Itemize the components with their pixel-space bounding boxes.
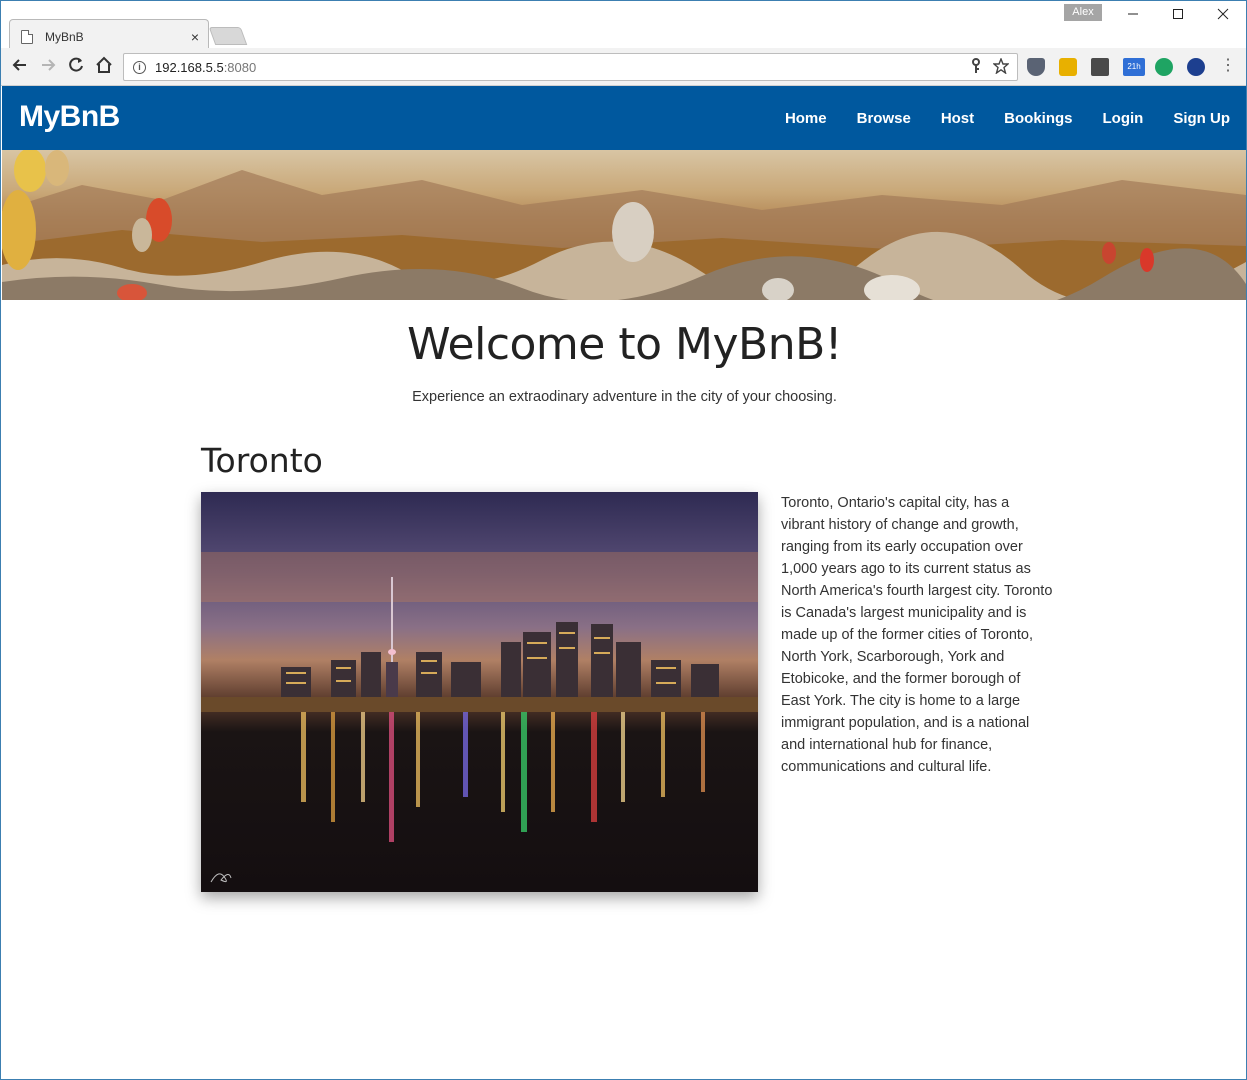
close-window-button[interactable] <box>1203 5 1243 25</box>
url-port: :8080 <box>223 59 257 75</box>
maximize-button[interactable] <box>1158 5 1198 25</box>
browser-window: MyBnB × Alex i 192.168.5.5:8080 21h ⋮ M… <box>0 0 1247 1080</box>
nav-signup[interactable]: Sign Up <box>1173 110 1230 127</box>
eyedropper-icon[interactable] <box>1091 58 1109 76</box>
profile-badge[interactable]: Alex <box>1064 4 1102 21</box>
minimize-icon <box>1128 13 1138 15</box>
page-icon <box>21 30 33 44</box>
info-icon[interactable]: i <box>133 60 146 74</box>
city-description: Toronto, Ontario's capital city, has a v… <box>781 495 1053 775</box>
nav-bookings[interactable]: Bookings <box>1004 110 1072 127</box>
close-icon <box>1217 8 1229 20</box>
url-host: 192.168.5.5 <box>155 59 224 75</box>
reload-icon <box>69 57 83 72</box>
omnibox-actions <box>969 58 1009 74</box>
page-tagline: Experience an extraodinary adventure in … <box>412 389 837 405</box>
site-navbar: MyBnB Home Browse Host Bookings Login Si… <box>2 86 1246 150</box>
back-arrow-icon <box>12 59 26 71</box>
reload-button[interactable] <box>65 56 87 78</box>
key-icon[interactable] <box>969 58 983 74</box>
shield-extension-icon[interactable] <box>1187 58 1205 76</box>
menu-icon[interactable]: ⋮ <box>1220 57 1236 75</box>
close-tab-icon[interactable]: × <box>191 29 199 45</box>
star-icon[interactable] <box>993 58 1009 74</box>
tab-title: MyBnB <box>45 30 84 44</box>
site-brand[interactable]: MyBnB <box>19 100 120 134</box>
city-title: Toronto <box>201 441 323 480</box>
page-title: Welcome to MyBnB! <box>407 319 842 370</box>
lock-extension-icon[interactable] <box>1059 58 1077 76</box>
download-extension-icon[interactable] <box>1155 58 1173 76</box>
hero-banner-image <box>2 150 1246 300</box>
tab-strip: MyBnB × Alex <box>1 1 1246 49</box>
minimize-button[interactable] <box>1113 5 1153 25</box>
forward-button[interactable] <box>37 56 59 78</box>
home-icon <box>96 56 112 73</box>
city-photo <box>201 492 758 892</box>
ublock-icon[interactable] <box>1027 58 1045 76</box>
back-button[interactable] <box>9 56 31 78</box>
forward-arrow-icon <box>42 59 56 71</box>
nav-login[interactable]: Login <box>1103 110 1144 127</box>
nav-home[interactable]: Home <box>785 110 827 127</box>
tab-content[interactable]: MyBnB × <box>15 27 205 47</box>
nav-host[interactable]: Host <box>941 110 974 127</box>
nav-browse[interactable]: Browse <box>857 110 911 127</box>
extension-badge-icon[interactable]: 21h <box>1123 58 1145 76</box>
maximize-icon <box>1173 9 1183 19</box>
address-bar[interactable]: i 192.168.5.5 :8080 <box>123 53 1018 81</box>
home-button[interactable] <box>93 56 115 78</box>
new-tab-button[interactable] <box>208 27 248 45</box>
nav-links: Home Browse Host Bookings Login Sign Up <box>755 86 1230 150</box>
browser-toolbar: i 192.168.5.5 :8080 21h ⋮ <box>1 48 1246 86</box>
